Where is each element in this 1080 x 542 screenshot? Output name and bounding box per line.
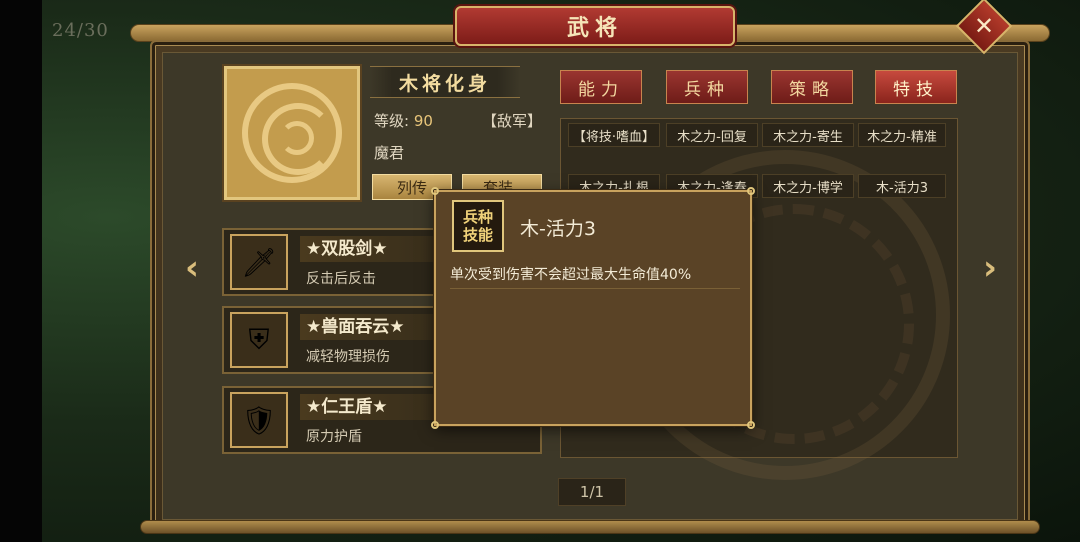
skill-item[interactable]: 木之力-寄生 <box>762 123 854 147</box>
equipment-desc: 原力护盾 <box>306 429 362 445</box>
general-counter: 24/30 <box>52 20 109 41</box>
level-row: 等级: 90 <box>374 110 433 131</box>
level-label: 等级: <box>374 112 410 130</box>
troop-skill-badge-icon: 兵种 技能 <box>452 200 504 252</box>
skill-item[interactable]: 【将技·嗜血】 <box>568 123 660 147</box>
shield-icon: 🛡 <box>230 392 288 448</box>
race-label: 魔君 <box>374 144 405 162</box>
skill-tooltip: 兵种 技能 木-活力3 单次受到伤害不会超过最大生命值40% <box>431 187 755 429</box>
badge-line-1: 兵种 <box>462 208 493 226</box>
frame-bottom-rail <box>140 520 1040 534</box>
tab-special-skill[interactable]: 特技 <box>875 70 957 104</box>
tab-troop[interactable]: 兵种 <box>666 70 748 104</box>
badge-line-2: 技能 <box>462 226 493 244</box>
close-icon: ✕ <box>973 11 995 40</box>
general-portrait <box>224 66 360 200</box>
tooltip-description: 单次受到伤害不会超过最大生命值40% <box>450 267 692 283</box>
skill-item[interactable]: 木-活力3 <box>858 174 946 198</box>
tab-ability[interactable]: 能力 <box>560 70 642 104</box>
cloud-emblem-icon <box>242 83 342 183</box>
prev-general-arrow-icon[interactable]: ‹ <box>178 250 206 286</box>
next-general-arrow-icon[interactable]: › <box>976 250 1004 286</box>
tooltip-corner <box>431 187 439 195</box>
tooltip-title: 木-活力3 <box>520 218 596 240</box>
tooltip-corner <box>431 421 439 429</box>
tooltip-divider <box>450 288 740 289</box>
equipment-desc: 反击后反击 <box>306 271 376 287</box>
general-name: 木将化身 <box>370 66 520 98</box>
equipment-desc: 减轻物理损伤 <box>306 349 390 365</box>
tab-strategy[interactable]: 策略 <box>771 70 853 104</box>
tooltip-corner <box>747 187 755 195</box>
sword-icon: 🗡 <box>230 234 288 290</box>
level-value: 90 <box>413 112 433 130</box>
page-indicator: 1/1 <box>558 478 626 506</box>
skill-item[interactable]: 木之力-博学 <box>762 174 854 198</box>
armor-icon: ⛨ <box>230 312 288 368</box>
skill-item[interactable]: 木之力-回复 <box>666 123 758 147</box>
faction-label: 【敌军】 <box>482 112 543 130</box>
skill-item[interactable]: 木之力-精准 <box>858 123 946 147</box>
tooltip-corner <box>747 421 755 429</box>
screen-edge <box>0 0 42 542</box>
window-title: 武将 <box>455 6 735 46</box>
